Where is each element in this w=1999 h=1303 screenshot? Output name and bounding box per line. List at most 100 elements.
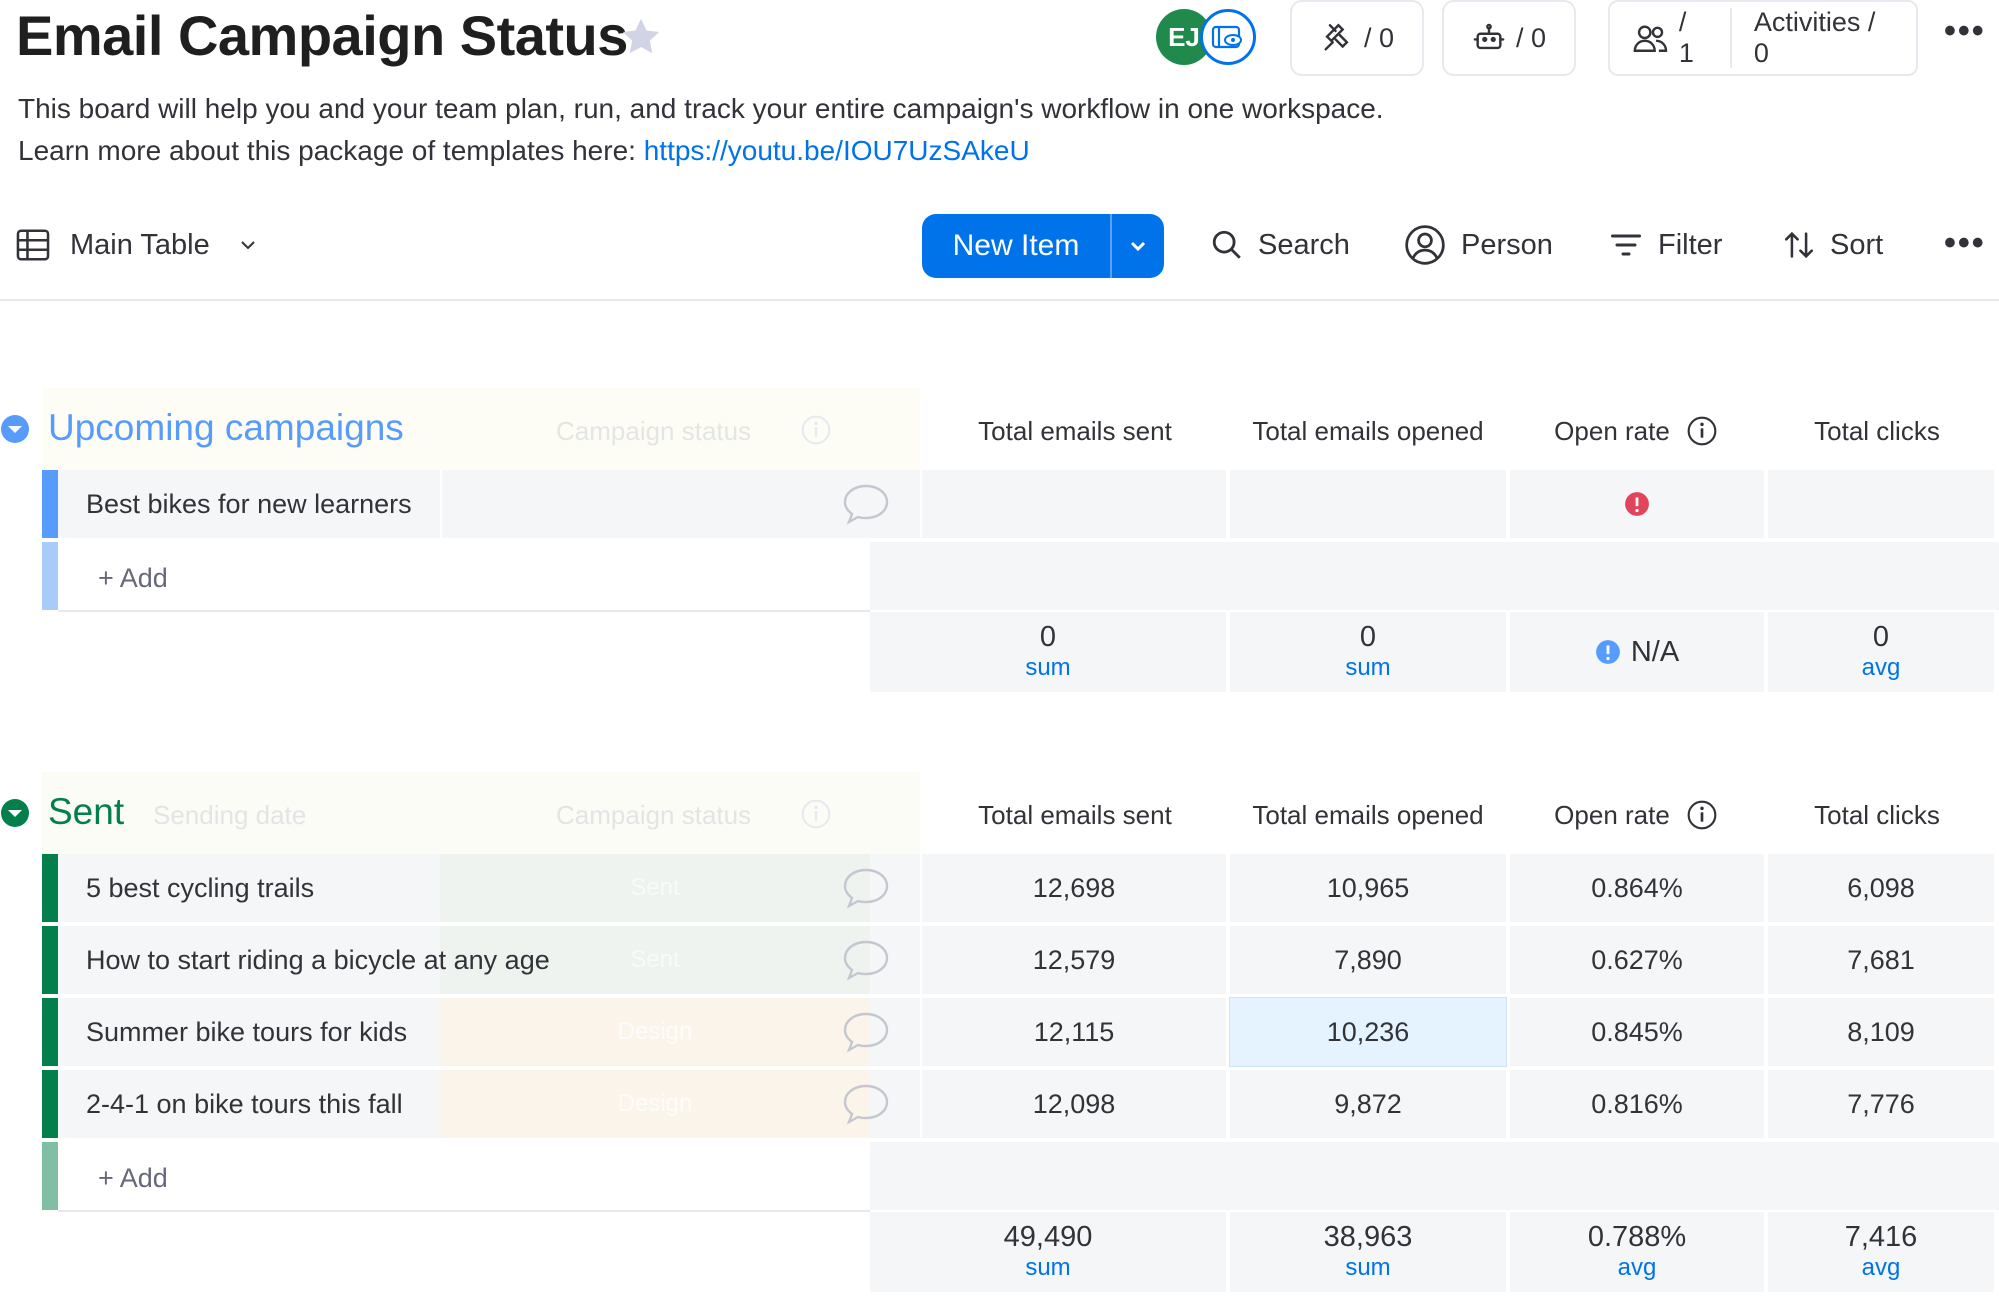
activities-button[interactable]: Activities / 0 bbox=[1732, 2, 1916, 74]
summary-function[interactable]: sum bbox=[1025, 1253, 1070, 1283]
template-link[interactable]: https://youtu.be/IOU7UzSAkeU bbox=[644, 135, 1030, 166]
sent-group-title[interactable]: Sent bbox=[48, 790, 124, 834]
description-line-2: Learn more about this package of templat… bbox=[18, 130, 1384, 172]
chat-bubble-icon[interactable] bbox=[842, 482, 890, 526]
new-item-button[interactable]: New Item bbox=[922, 214, 1164, 278]
upcoming-group-title[interactable]: Upcoming campaigns bbox=[48, 406, 404, 450]
cell-total-clicks[interactable]: 8,109 bbox=[1768, 998, 1994, 1066]
cell-total-opened[interactable] bbox=[1230, 470, 1506, 538]
cell-total-sent[interactable]: 12,698 bbox=[922, 854, 1226, 922]
cell-open-rate[interactable]: 0.845% bbox=[1510, 998, 1764, 1066]
item-name[interactable]: 2-4-1 on bike tours this fall bbox=[86, 1070, 403, 1138]
sort-label: Sort bbox=[1830, 228, 1884, 261]
filter-button[interactable]: Filter bbox=[1608, 222, 1722, 268]
person-filter-button[interactable]: Person bbox=[1403, 222, 1553, 268]
group-color-bar bbox=[42, 998, 58, 1066]
filter-icon bbox=[1611, 234, 1641, 256]
summary-total-opened: 38,963 sum bbox=[1230, 1212, 1506, 1292]
summary-value: 0 bbox=[1359, 621, 1377, 653]
cell-total-sent[interactable]: 12,098 bbox=[922, 1070, 1226, 1138]
summary-function[interactable]: sum bbox=[1025, 653, 1070, 683]
add-item-input-bg bbox=[58, 1142, 870, 1210]
cell-total-sent[interactable] bbox=[922, 470, 1226, 538]
cell-total-clicks[interactable] bbox=[1768, 470, 1994, 538]
upcoming-collapse-icon[interactable] bbox=[0, 414, 30, 444]
cell-open-rate[interactable]: 0.627% bbox=[1510, 926, 1764, 994]
cell-total-clicks[interactable]: 7,776 bbox=[1768, 1070, 1994, 1138]
guest-eye-icon bbox=[1211, 25, 1242, 49]
status-cell[interactable]: Design bbox=[440, 998, 870, 1066]
board-description: This board will help you and your team p… bbox=[18, 88, 1384, 172]
cell-open-rate[interactable] bbox=[1510, 470, 1764, 538]
group-color-bar bbox=[42, 854, 58, 922]
guest-view-avatar[interactable] bbox=[1200, 9, 1256, 65]
summary-function[interactable]: avg bbox=[1618, 1253, 1657, 1283]
info-icon[interactable] bbox=[1686, 415, 1718, 447]
cell-total-clicks[interactable]: 7,681 bbox=[1768, 926, 1994, 994]
sent-col-total-sent[interactable]: Total emails sent bbox=[922, 798, 1228, 832]
sent-col-total-opened[interactable]: Total emails opened bbox=[1230, 798, 1506, 832]
board-title[interactable]: Email Campaign Status bbox=[16, 0, 628, 72]
summary-function[interactable]: avg bbox=[1862, 1253, 1901, 1283]
upcoming-col-total-clicks[interactable]: Total clicks bbox=[1766, 414, 1988, 448]
summary-function[interactable]: avg bbox=[1862, 653, 1901, 683]
upcoming-col-total-opened[interactable]: Total emails opened bbox=[1230, 414, 1506, 448]
summary-function[interactable]: sum bbox=[1345, 1253, 1390, 1283]
toolbar-divider bbox=[0, 299, 1999, 301]
item-name[interactable]: 5 best cycling trails bbox=[86, 854, 314, 922]
cell-total-opened[interactable]: 9,872 bbox=[1230, 1070, 1506, 1138]
info-icon[interactable] bbox=[1686, 799, 1718, 831]
sent-collapse-icon[interactable] bbox=[0, 798, 30, 828]
add-item-input-bg bbox=[58, 542, 870, 610]
people-icon bbox=[1633, 25, 1668, 52]
automations-button[interactable]: / 0 bbox=[1442, 0, 1576, 76]
summary-open-rate: N/A bbox=[1510, 612, 1764, 692]
summary-function[interactable]: sum bbox=[1345, 653, 1390, 683]
cell-total-clicks[interactable]: 6,098 bbox=[1768, 854, 1994, 922]
cell-total-sent[interactable]: 12,115 bbox=[922, 998, 1226, 1066]
cell-total-opened[interactable]: 10,965 bbox=[1230, 854, 1506, 922]
favorite-star-icon[interactable] bbox=[618, 14, 664, 60]
new-item-dropdown[interactable] bbox=[1112, 234, 1164, 258]
toolbar-more-options-icon[interactable]: ••• bbox=[1944, 224, 1986, 263]
sent-col-total-clicks[interactable]: Total clicks bbox=[1766, 798, 1988, 832]
cell-total-sent[interactable]: 12,579 bbox=[922, 926, 1226, 994]
status-label: Design bbox=[617, 1090, 693, 1117]
open-rate-label: Open rate bbox=[1554, 416, 1670, 446]
summary-value: 49,490 bbox=[1003, 1221, 1093, 1253]
search-button[interactable]: Search bbox=[1210, 222, 1350, 268]
upcoming-col-total-sent[interactable]: Total emails sent bbox=[922, 414, 1228, 448]
chat-bubble-icon[interactable] bbox=[842, 1010, 890, 1054]
cell-open-rate[interactable]: 0.864% bbox=[1510, 854, 1764, 922]
summary-value: 0.788% bbox=[1587, 1221, 1687, 1253]
group-color-bar bbox=[42, 470, 58, 538]
info-alert-icon bbox=[1595, 640, 1620, 664]
summary-value: N/A bbox=[1630, 636, 1680, 668]
status-cell[interactable]: Sent bbox=[440, 854, 870, 922]
cell-total-opened[interactable]: 7,890 bbox=[1230, 926, 1506, 994]
chat-bubble-icon[interactable] bbox=[842, 866, 890, 910]
add-item-label[interactable]: + Add bbox=[98, 1163, 168, 1194]
add-item-label[interactable]: + Add bbox=[98, 563, 168, 594]
cell-divider bbox=[440, 470, 442, 538]
chat-bubble-icon[interactable] bbox=[842, 1082, 890, 1126]
item-name[interactable]: Summer bike tours for kids bbox=[86, 998, 407, 1066]
view-switcher[interactable]: Main Table bbox=[14, 222, 260, 268]
upcoming-col-open-rate[interactable]: Open rate bbox=[1508, 414, 1764, 448]
item-name[interactable]: How to start riding a bicycle at any age bbox=[86, 926, 550, 994]
cell-total-opened-selected[interactable]: 10,236 bbox=[1229, 997, 1507, 1067]
item-name[interactable]: Best bikes for new learners bbox=[86, 470, 412, 538]
cell-open-rate[interactable]: 0.816% bbox=[1510, 1070, 1764, 1138]
board-more-options-icon[interactable]: ••• bbox=[1944, 12, 1986, 51]
summary-total-clicks: 0 avg bbox=[1768, 612, 1994, 692]
summary-value: 0 bbox=[1872, 621, 1890, 653]
row-divider bbox=[58, 1210, 870, 1212]
sort-button[interactable]: Sort bbox=[1782, 222, 1883, 268]
integrations-button[interactable]: / 0 bbox=[1290, 0, 1424, 76]
chat-bubble-icon[interactable] bbox=[842, 938, 890, 982]
table-view-icon bbox=[16, 229, 50, 261]
sent-col-open-rate[interactable]: Open rate bbox=[1508, 798, 1764, 832]
summary-total-clicks: 7,416 avg bbox=[1768, 1212, 1994, 1292]
status-cell[interactable]: Design bbox=[440, 1070, 870, 1138]
members-button[interactable]: / 1 bbox=[1610, 2, 1730, 74]
